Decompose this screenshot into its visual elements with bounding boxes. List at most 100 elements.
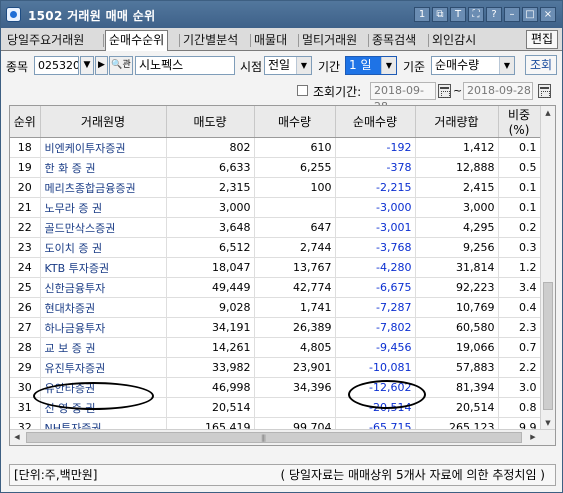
stock-name-field[interactable]: 시노펙스 — [135, 56, 235, 75]
date-to-field[interactable]: 2018-09-28 — [463, 82, 533, 100]
cell-total: 20,514 — [415, 397, 499, 418]
calendar-icon[interactable] — [438, 84, 451, 98]
column-header-sell[interactable]: 매도량 — [166, 106, 255, 138]
scroll-up-icon[interactable]: ▲ — [541, 106, 555, 120]
column-header-total[interactable]: 거래량합 — [415, 106, 499, 138]
cell-buy: 13,767 — [254, 257, 336, 278]
horizontal-scrollbar[interactable]: ◀ ||| ▶ — [10, 429, 555, 445]
table-row[interactable]: 21 노무라 증 권 3,000 -3,000 3,000 0.1 — [10, 197, 541, 218]
cell-broker: 교 보 증 권 — [40, 337, 167, 358]
chevron-down-icon[interactable]: ▼ — [499, 57, 514, 74]
vertical-scrollbar[interactable]: ▲ ▼ — [540, 106, 555, 430]
cell-total: 81,394 — [415, 377, 499, 398]
window-number-button[interactable]: 1 — [414, 7, 430, 22]
cell-sell: 14,261 — [166, 337, 255, 358]
stock-code-input[interactable]: 025320 — [34, 56, 79, 75]
period-toolbar: 조회기간: 2018-09-28 ~ 2018-09-28 — [1, 80, 562, 113]
main-window: 1502 거래원 매매 순위 1 ⧉ T ⛶ ? – □ × 당일주요거래원 순… — [0, 0, 563, 493]
cell-sell: 49,449 — [166, 277, 255, 298]
close-button[interactable]: × — [540, 7, 556, 22]
tab-foreign-watch[interactable]: 외인감시 — [429, 31, 479, 50]
minimize-button[interactable]: – — [504, 7, 520, 22]
period-select[interactable]: 1 일 ▼ — [345, 56, 397, 75]
search-button[interactable]: 조회 — [525, 55, 557, 75]
date-from-field[interactable]: 2018-09-28 — [370, 82, 436, 113]
cell-buy: 1,741 — [254, 297, 336, 318]
table-row[interactable]: 25 신한금융투자 49,449 42,774 -6,675 92,223 3.4 — [10, 277, 541, 298]
table-row[interactable]: 19 한 화 증 권 6,633 6,255 -378 12,888 0.5 — [10, 157, 541, 178]
cell-total: 3,000 — [415, 197, 499, 218]
column-header-buy[interactable]: 매수량 — [254, 106, 336, 138]
table-row[interactable]: 23 도이치 증 권 6,512 2,744 -3,768 9,256 0.3 — [10, 237, 541, 258]
scroll-right-icon[interactable]: ▶ — [526, 430, 540, 444]
cell-sell: 9,028 — [166, 297, 255, 318]
column-header-broker[interactable]: 거래원명 — [40, 106, 167, 138]
cell-buy: 34,396 — [254, 377, 336, 398]
scroll-down-icon[interactable]: ▼ — [541, 416, 555, 430]
column-header-weight[interactable]: 비중(%) — [498, 106, 541, 138]
cell-net-buy: -3,001 — [335, 217, 416, 238]
scrollbar-thumb[interactable]: ||| — [26, 432, 522, 443]
cell-broker: 하나금융투자 — [40, 317, 167, 338]
table-row[interactable]: 30 유안타증권 46,998 34,396 -12,602 81,394 3.0 — [10, 377, 541, 398]
period-label: 기간 — [318, 60, 341, 74]
table-row[interactable]: 20 메리츠종합금융증권 2,315 100 -2,215 2,415 0.1 — [10, 177, 541, 198]
tab-net-buy-ranking[interactable]: 순매수순위 — [105, 30, 169, 51]
cell-weight: 0.7 — [498, 337, 541, 358]
title-bar[interactable]: 1502 거래원 매매 순위 1 ⧉ T ⛶ ? – □ × — [1, 1, 562, 28]
cell-rank: 19 — [10, 157, 41, 178]
table-row[interactable]: 22 골드만삭스증권 3,648 647 -3,001 4,295 0.2 — [10, 217, 541, 238]
scroll-left-icon[interactable]: ◀ — [10, 430, 24, 444]
edit-button[interactable]: 편집 — [526, 30, 558, 49]
table-row[interactable]: 24 KTB 투자증권 18,047 13,767 -4,280 31,814 1.2 — [10, 257, 541, 278]
tab-daily-major-brokers[interactable]: 당일주요거래원 — [4, 31, 87, 50]
link-window-button[interactable]: ⧉ — [432, 7, 448, 22]
table-row[interactable]: 18 비엔케이투자증권 802 610 -192 1,412 0.1 — [10, 137, 541, 158]
cell-rank: 27 — [10, 317, 41, 338]
search-period-checkbox[interactable] — [297, 85, 308, 96]
broker-ranking-table[interactable]: 순위 거래원명 매도량 매수량 순매수량 거래량합 비중(%) 18 비엔케이투자… — [9, 105, 556, 446]
table-row[interactable]: 29 유진투자증권 33,982 23,901 -10,081 57,883 2.2 — [10, 357, 541, 378]
tab-stock-search[interactable]: 종목검색 — [369, 31, 419, 50]
stock-dropdown-arrow-icon[interactable]: ▼ — [80, 56, 94, 75]
cell-sell: 6,512 — [166, 237, 255, 258]
column-header-rank[interactable]: 순위 — [10, 106, 41, 138]
tab-bar: 당일주요거래원 순매수순위 기간별분석 매물대 멀티거래원 종목검색 외인감시 … — [1, 28, 562, 51]
cell-total: 60,580 — [415, 317, 499, 338]
maximize-button[interactable]: □ — [522, 7, 538, 22]
tab-volume-profile[interactable]: 매물대 — [251, 31, 290, 50]
scrollbar-thumb[interactable] — [543, 282, 553, 410]
query-toolbar: 종목 025320 ▼ ▶ 🔍관 시노펙스 시점 전일 ▼ 기간 1 일 ▼ 기… — [1, 53, 562, 78]
cell-net-buy: -7,287 — [335, 297, 416, 318]
calendar-icon[interactable] — [538, 84, 551, 98]
cell-sell: 2,315 — [166, 177, 255, 198]
table-row[interactable]: 26 현대차증권 9,028 1,741 -7,287 10,769 0.4 — [10, 297, 541, 318]
help-button[interactable]: ? — [486, 7, 502, 22]
next-stock-arrow-icon[interactable]: ▶ — [95, 56, 108, 75]
data-table: 순위 거래원명 매도량 매수량 순매수량 거래량합 비중(%) 18 비엔케이투자… — [10, 106, 541, 445]
cell-sell: 802 — [166, 137, 255, 158]
chevron-down-icon[interactable]: ▼ — [381, 57, 396, 74]
scrollbar-grip-icon: ||| — [261, 434, 266, 442]
table-row[interactable]: 31 신 영 증 권 20,514 -20,514 20,514 0.8 — [10, 397, 541, 418]
cell-buy: 26,389 — [254, 317, 336, 338]
basis-select[interactable]: 순매수량 ▼ — [431, 56, 515, 75]
time-select[interactable]: 전일 ▼ — [264, 56, 312, 75]
cell-sell: 6,633 — [166, 157, 255, 178]
tab-multi-broker[interactable]: 멀티거래원 — [299, 31, 360, 50]
text-toggle-button[interactable]: T — [450, 7, 466, 22]
column-header-net-buy[interactable]: 순매수량 — [335, 106, 416, 138]
tab-period-analysis[interactable]: 기간별분석 — [180, 31, 241, 50]
table-row[interactable]: 28 교 보 증 권 14,261 4,805 -9,456 19,066 0.7 — [10, 337, 541, 358]
app-icon[interactable] — [6, 7, 21, 22]
chevron-down-icon[interactable]: ▼ — [296, 57, 311, 74]
cell-sell: 3,000 — [166, 197, 255, 218]
cell-broker: 유안타증권 — [40, 377, 167, 398]
stock-search-icon[interactable]: 🔍관 — [109, 56, 133, 75]
cell-buy: 2,744 — [254, 237, 336, 258]
fullscreen-icon[interactable]: ⛶ — [468, 7, 484, 22]
search-period-label: 조회기간: — [313, 85, 362, 99]
date-separator: ~ — [453, 84, 463, 97]
cell-broker: 골드만삭스증권 — [40, 217, 167, 238]
table-row[interactable]: 27 하나금융투자 34,191 26,389 -7,802 60,580 2.3 — [10, 317, 541, 338]
